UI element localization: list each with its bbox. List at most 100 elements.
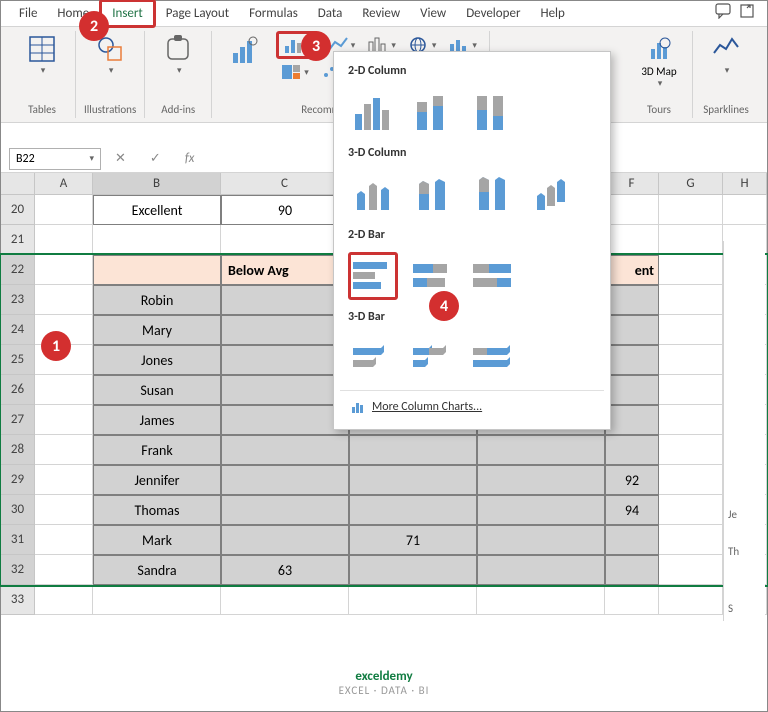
cell[interactable]: [221, 315, 349, 345]
cell[interactable]: Frank: [93, 435, 221, 465]
tab-view[interactable]: View: [410, 2, 456, 25]
cell[interactable]: 92: [605, 465, 659, 495]
cell[interactable]: [605, 555, 659, 585]
cell[interactable]: 90: [221, 195, 349, 225]
cell[interactable]: [349, 495, 477, 525]
cell[interactable]: Below Avg: [221, 255, 349, 285]
cell[interactable]: [659, 315, 723, 345]
row-header-32[interactable]: 32: [1, 555, 35, 585]
cell[interactable]: ent: [605, 255, 659, 285]
cell[interactable]: [221, 405, 349, 435]
row-header-24[interactable]: 24: [1, 315, 35, 345]
stacked100-column-2d[interactable]: [468, 88, 518, 136]
cell[interactable]: [659, 255, 723, 285]
cell[interactable]: [477, 585, 605, 615]
cell[interactable]: [221, 495, 349, 525]
cell[interactable]: [659, 195, 723, 225]
cell[interactable]: [35, 255, 93, 285]
cell[interactable]: [659, 555, 723, 585]
tables-button[interactable]: ▾: [17, 31, 67, 80]
row-header-33[interactable]: 33: [1, 585, 35, 615]
stacked-bar-3d[interactable]: [408, 334, 458, 382]
clustered-column-2d[interactable]: [348, 88, 398, 136]
cell[interactable]: [605, 315, 659, 345]
row-header-31[interactable]: 31: [1, 525, 35, 555]
fx-icon[interactable]: fx: [179, 151, 201, 166]
hierarchy-chart-button[interactable]: ▾: [276, 61, 313, 83]
cell[interactable]: Robin: [93, 285, 221, 315]
col-header-A[interactable]: A: [35, 173, 93, 195]
tab-developer[interactable]: Developer: [456, 2, 530, 25]
cell[interactable]: [659, 375, 723, 405]
recommended-charts-button[interactable]: [220, 31, 270, 73]
cell[interactable]: James: [93, 405, 221, 435]
stacked100-bar-2d[interactable]: [468, 252, 518, 300]
cell[interactable]: Susan: [93, 375, 221, 405]
cell[interactable]: [349, 585, 477, 615]
cell[interactable]: [605, 375, 659, 405]
column-3d[interactable]: [528, 170, 578, 218]
stacked100-column-3d[interactable]: [468, 170, 518, 218]
cell[interactable]: [35, 555, 93, 585]
cell[interactable]: [35, 465, 93, 495]
cell[interactable]: [659, 495, 723, 525]
cell[interactable]: [221, 225, 349, 255]
cancel-formula-icon[interactable]: ✕: [109, 151, 132, 166]
cell[interactable]: Sandra: [93, 555, 221, 585]
cell[interactable]: [35, 195, 93, 225]
row-header-25[interactable]: 25: [1, 345, 35, 375]
tab-data[interactable]: Data: [308, 2, 353, 25]
cell[interactable]: [35, 375, 93, 405]
cell[interactable]: 63: [221, 555, 349, 585]
row-header-22[interactable]: 22: [1, 255, 35, 285]
clustered-bar-3d[interactable]: [348, 334, 398, 382]
cell[interactable]: Jones: [93, 345, 221, 375]
name-box[interactable]: B22▾: [9, 148, 101, 170]
cell[interactable]: [659, 225, 723, 255]
cell[interactable]: 94: [605, 495, 659, 525]
cell[interactable]: [659, 525, 723, 555]
cell[interactable]: [349, 555, 477, 585]
cell[interactable]: Thomas: [93, 495, 221, 525]
enter-formula-icon[interactable]: ✓: [144, 151, 167, 166]
cell[interactable]: [659, 405, 723, 435]
cell[interactable]: [35, 585, 93, 615]
cell[interactable]: [349, 435, 477, 465]
cell[interactable]: [349, 465, 477, 495]
cell[interactable]: [221, 585, 349, 615]
row-header-27[interactable]: 27: [1, 405, 35, 435]
cell[interactable]: [659, 435, 723, 465]
cell[interactable]: [605, 405, 659, 435]
row-header-29[interactable]: 29: [1, 465, 35, 495]
cell[interactable]: [35, 525, 93, 555]
comments-icon[interactable]: [715, 3, 733, 24]
cell[interactable]: [93, 225, 221, 255]
cell[interactable]: [477, 555, 605, 585]
cell[interactable]: 71: [349, 525, 477, 555]
cell[interactable]: [221, 375, 349, 405]
col-header-G[interactable]: G: [659, 173, 723, 195]
cell[interactable]: [221, 285, 349, 315]
cell[interactable]: [659, 465, 723, 495]
cell[interactable]: [35, 435, 93, 465]
cell[interactable]: [659, 585, 723, 615]
row-header-28[interactable]: 28: [1, 435, 35, 465]
row-header-30[interactable]: 30: [1, 495, 35, 525]
cell[interactable]: Jennifer: [93, 465, 221, 495]
tab-review[interactable]: Review: [352, 2, 410, 25]
stacked100-bar-3d[interactable]: [468, 334, 518, 382]
row-header-20[interactable]: 20: [1, 195, 35, 225]
cell[interactable]: [221, 435, 349, 465]
cell[interactable]: [605, 435, 659, 465]
row-header-23[interactable]: 23: [1, 285, 35, 315]
cell[interactable]: [221, 465, 349, 495]
row-header-26[interactable]: 26: [1, 375, 35, 405]
tab-file[interactable]: File: [9, 2, 47, 25]
cell[interactable]: [35, 285, 93, 315]
share-icon[interactable]: [739, 3, 757, 24]
cell[interactable]: [477, 465, 605, 495]
more-column-charts[interactable]: More Column Charts...: [340, 390, 604, 423]
tab-help[interactable]: Help: [530, 2, 574, 25]
cell[interactable]: [477, 435, 605, 465]
col-header-B[interactable]: B: [93, 173, 221, 195]
